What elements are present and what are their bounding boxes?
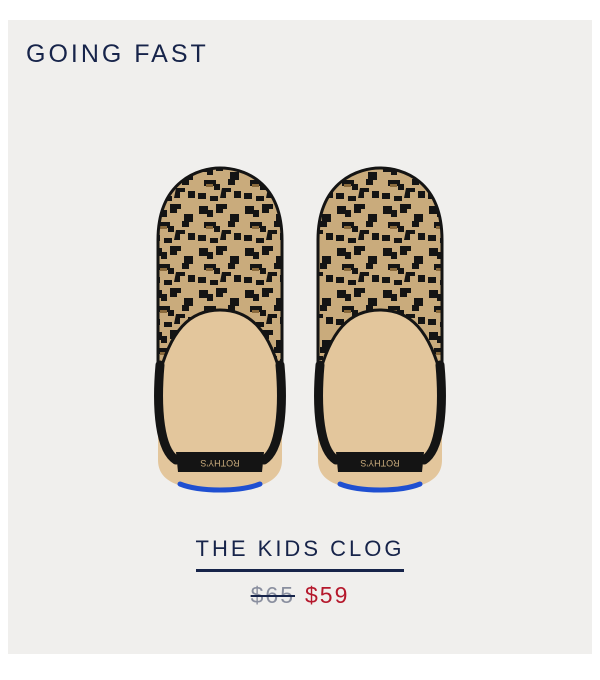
- kids-clog-product-image[interactable]: ROTHY'S ROTHY'S: [150, 160, 450, 495]
- left-clog: ROTHY'S: [154, 166, 286, 493]
- product-name: THE KIDS CLOG: [195, 536, 405, 572]
- product-name-link[interactable]: THE KIDS CLOG: [0, 536, 600, 572]
- original-price: $65: [250, 582, 295, 608]
- going-fast-badge: GOING FAST: [26, 40, 209, 68]
- price-row: $65 $59: [0, 582, 600, 609]
- right-clog: ROTHY'S: [314, 166, 446, 493]
- svg-text:ROTHY'S: ROTHY'S: [360, 458, 399, 468]
- sale-price: $59: [305, 582, 350, 608]
- svg-text:ROTHY'S: ROTHY'S: [200, 458, 239, 468]
